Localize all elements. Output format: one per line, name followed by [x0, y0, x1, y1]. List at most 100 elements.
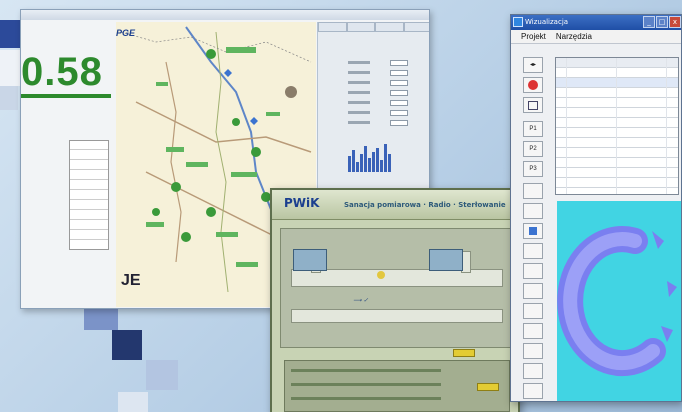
decor-square: [118, 392, 148, 412]
tank-right[interactable]: [429, 249, 463, 271]
main-pipe: [291, 269, 503, 287]
toolbar-button-p2[interactable]: P2: [523, 141, 543, 157]
table-row: [70, 171, 108, 180]
mini-bar: [388, 154, 391, 172]
grid-row[interactable]: [556, 148, 678, 158]
side-panel-value[interactable]: [390, 70, 408, 76]
table-row: [70, 151, 108, 160]
status-badge[interactable]: [453, 349, 475, 357]
side-panel-field: [348, 110, 408, 116]
decor-square: [0, 86, 18, 110]
toolbar-button[interactable]: [523, 203, 543, 219]
grid-row[interactable]: [556, 68, 678, 78]
status-badge[interactable]: [477, 383, 499, 391]
table-row: [70, 211, 108, 220]
table-row: [70, 221, 108, 230]
mini-bar: [364, 146, 367, 172]
pwik-window: PWiK Sanacja pomiarowa · Radio · Sterłow…: [270, 188, 520, 412]
side-panel-value[interactable]: [390, 120, 408, 126]
side-panel-value[interactable]: [390, 90, 408, 96]
minimize-button[interactable]: _: [643, 16, 655, 28]
side-panel-tab[interactable]: [346, 22, 375, 32]
data-grid[interactable]: [555, 57, 679, 195]
side-panel-bar-chart: [348, 140, 398, 172]
toolbar-button[interactable]: [523, 363, 543, 379]
process-diagram: ⟶ ✓: [280, 228, 512, 348]
valve-icon[interactable]: [377, 271, 385, 279]
status-panel: [284, 349, 510, 412]
pwik-logo: PWiK: [284, 196, 320, 210]
grid-row[interactable]: [556, 178, 678, 188]
tank-left[interactable]: [293, 249, 327, 271]
side-panel-field: [348, 90, 408, 96]
maximize-button[interactable]: □: [656, 16, 668, 28]
table-row: [70, 141, 108, 150]
right-window-title: Wizualizacja: [525, 18, 569, 26]
grid-row[interactable]: [556, 168, 678, 178]
side-panel-tabs: [318, 22, 429, 32]
side-panel-value[interactable]: [390, 110, 408, 116]
logo-panel: [557, 201, 681, 401]
mini-bar: [384, 144, 387, 172]
stop-button[interactable]: [523, 77, 543, 93]
menu-projekt[interactable]: Projekt: [521, 30, 546, 43]
mini-bar: [356, 162, 359, 172]
status-line: [291, 383, 441, 386]
side-panel-value[interactable]: [390, 80, 408, 86]
grid-column-divider: [666, 58, 667, 194]
side-panel-field: [348, 60, 408, 66]
toolbar-button[interactable]: [523, 243, 543, 259]
calendar-button[interactable]: [523, 97, 543, 113]
grid-row[interactable]: [556, 78, 678, 88]
menu-narzedzia[interactable]: Narzędzia: [556, 30, 592, 43]
toolbar-button-p3[interactable]: P3: [523, 161, 543, 177]
side-panel-tab[interactable]: [375, 22, 404, 32]
mini-bar: [352, 150, 355, 172]
side-panel-field: [348, 120, 408, 126]
decor-square: [146, 360, 178, 390]
mini-bar: [348, 156, 351, 172]
toolbar-button[interactable]: [523, 183, 543, 199]
big-reading-value: 0.58: [21, 50, 103, 94]
mini-bar: [380, 160, 383, 172]
side-panel-tab[interactable]: [318, 22, 347, 32]
reading-bar: [21, 94, 111, 98]
mini-bar: [368, 158, 371, 172]
side-panel-value[interactable]: [390, 100, 408, 106]
ring-logo: [557, 226, 677, 377]
toolbar-button[interactable]: [523, 343, 543, 359]
grid-row[interactable]: [556, 138, 678, 148]
table-row: [70, 201, 108, 210]
table-row: [70, 231, 108, 240]
side-panel-field: [348, 80, 408, 86]
toolbar-button[interactable]: [523, 383, 543, 399]
table-row: [70, 161, 108, 170]
toolbar-button[interactable]: [523, 323, 543, 339]
toolbar-button[interactable]: ◂▸: [523, 57, 543, 73]
flow-indicator: ⟶ ✓: [353, 298, 369, 304]
toolbar-button[interactable]: [523, 303, 543, 319]
toolbar-button[interactable]: [523, 263, 543, 279]
close-button[interactable]: x: [669, 16, 681, 28]
right-window: Wizualizacja _ □ x Projekt Narzędzia ◂▸ …: [510, 14, 682, 402]
grid-row[interactable]: [556, 158, 678, 168]
toolbar-button[interactable]: [523, 283, 543, 299]
table-row: [70, 181, 108, 190]
stop-icon: [528, 80, 538, 90]
grid-row[interactable]: [556, 108, 678, 118]
grid-row[interactable]: [556, 128, 678, 138]
mini-bar: [372, 152, 375, 172]
grid-row[interactable]: [556, 88, 678, 98]
map-window-titlebar: [21, 10, 429, 20]
decor-square: [112, 330, 142, 360]
vertical-toolbar: ◂▸ P1 P2 P3: [521, 57, 549, 401]
map-marker-button[interactable]: [523, 223, 543, 239]
toolbar-button-p1[interactable]: P1: [523, 121, 543, 137]
status-line: [291, 369, 441, 372]
grid-row[interactable]: [556, 98, 678, 108]
status-line: [291, 397, 441, 400]
side-panel-value[interactable]: [390, 60, 408, 66]
pwik-title: Sanacja pomiarowa · Radio · Sterłowanie: [344, 201, 506, 209]
side-panel-tab[interactable]: [403, 22, 429, 32]
grid-row[interactable]: [556, 118, 678, 128]
